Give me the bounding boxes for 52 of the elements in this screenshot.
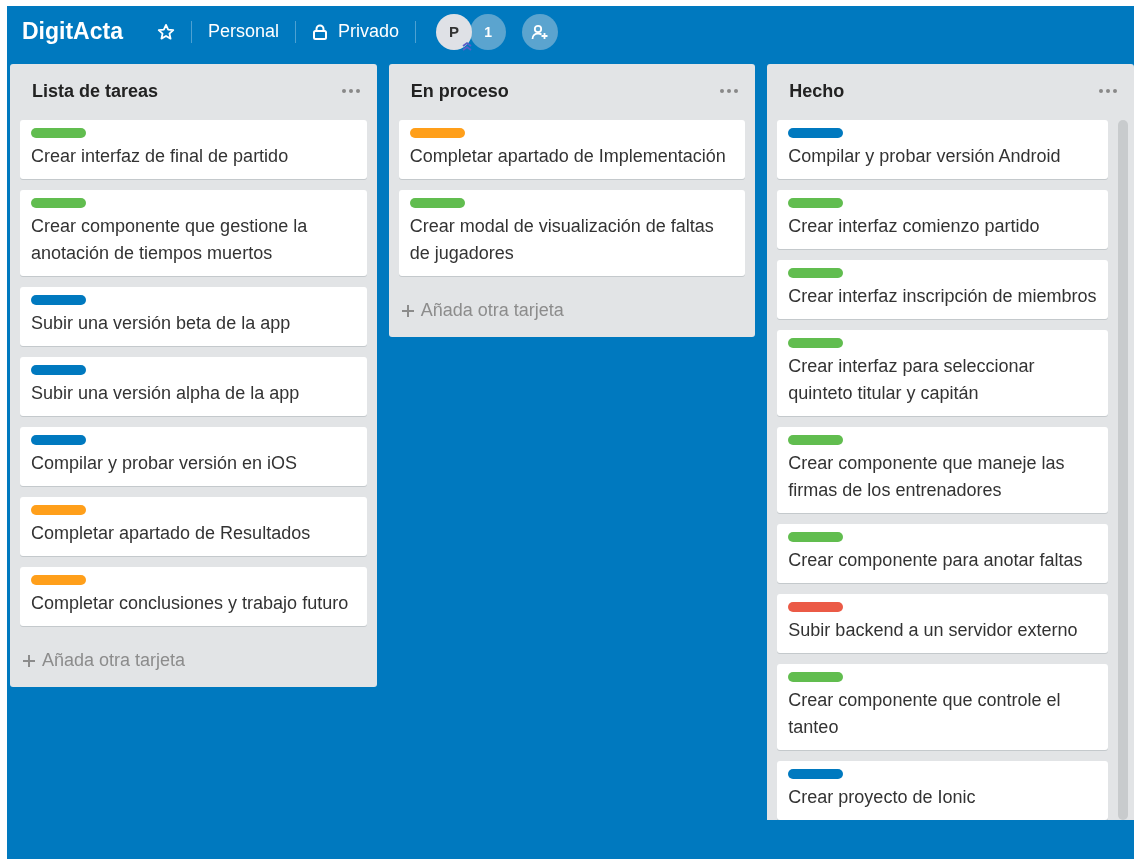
task-card[interactable]: Compilar y probar versión en iOS [20,427,367,486]
invite-button[interactable] [522,13,559,50]
task-card[interactable]: Subir una versión beta de la app [20,287,367,346]
task-card[interactable]: Crear interfaz para seleccionar quinteto titular y capitán [777,330,1108,416]
lock-icon [312,23,328,40]
card-title: Crear interfaz inscripción de miembros [788,285,1098,308]
card-title: Completar apartado de Resultados [31,522,312,545]
visibility-button[interactable]: Privado [304,17,408,46]
list-title[interactable]: En proceso [410,80,509,102]
task-card[interactable]: Subir una versión alpha de la app [20,357,367,416]
list-title[interactable]: Lista de tareas [32,80,159,102]
task-card[interactable]: Crear componente que maneje las firmas de los entrenadores [777,427,1108,513]
task-card[interactable]: Crear componente que controle el tanteo [777,664,1108,750]
card-title: Subir backend a un servidor externo [788,619,1079,642]
member-avatar[interactable]: P [436,13,473,50]
card-title: Compilar y probar versión Android [788,145,1062,168]
task-card[interactable]: Crear interfaz inscripción de miembros [777,260,1108,319]
more-icon[interactable] [1098,88,1118,94]
star-icon [156,22,175,41]
card-title: Crear interfaz comienzo partido [788,215,1041,238]
team-button[interactable]: Personal [199,17,287,46]
task-card[interactable]: Completar conclusiones y trabajo futuro [20,567,367,626]
add-member-icon [531,22,550,41]
task-card[interactable]: Completar apartado de Implementación [398,120,746,179]
task-card[interactable]: Crear modal de visualización de faltas de jugadores [398,190,746,276]
card-title: Completar apartado de Implementación [409,145,727,168]
card-title: Completar conclusiones y trabajo futuro [31,592,350,615]
task-card[interactable]: Completar apartado de Resultados [20,497,367,556]
card-title: Subir una versión alpha de la app [31,382,301,405]
task-card[interactable]: Compilar y probar versión Android [777,120,1108,179]
task-card[interactable]: Crear componente que gestione la anotación de tiempos muertos [20,190,367,276]
card-title: Compilar y probar versión en iOS [31,452,299,475]
task-card[interactable]: Crear interfaz comienzo partido [777,190,1108,249]
task-card[interactable]: Subir backend a un servidor externo [777,594,1108,653]
card-title: Subir una versión beta de la app [31,312,292,335]
card-title: Crear componente que maneje las firmas de los entrenadores [788,452,1066,502]
card-title: Crear componente que gestione la anotación de tiempos muertos [31,215,309,265]
plus-icon [22,653,36,668]
more-icon[interactable] [719,88,740,94]
more-icon[interactable] [340,88,361,94]
board-title[interactable]: DigitActa [22,18,123,45]
task-card[interactable]: Crear componente para anotar faltas [777,524,1108,583]
card-title: Crear interfaz de final de partido [31,145,290,168]
plus-icon [400,303,415,318]
card-title: Crear componente para anotar faltas [788,549,1084,572]
card-title: Crear modal de visualización de faltas de jugadores [409,215,715,265]
card-title: Crear proyecto de Ionic [788,786,977,809]
card-title: Crear interfaz para seleccionar quinteto titular y capitán [788,355,1036,405]
task-card[interactable]: Crear interfaz de final de partido [20,120,367,179]
card-title: Crear componente que controle el tanteo [788,689,1062,739]
list-title[interactable]: Hecho [789,80,845,102]
task-card[interactable]: Crear proyecto de Ionic [777,761,1108,820]
